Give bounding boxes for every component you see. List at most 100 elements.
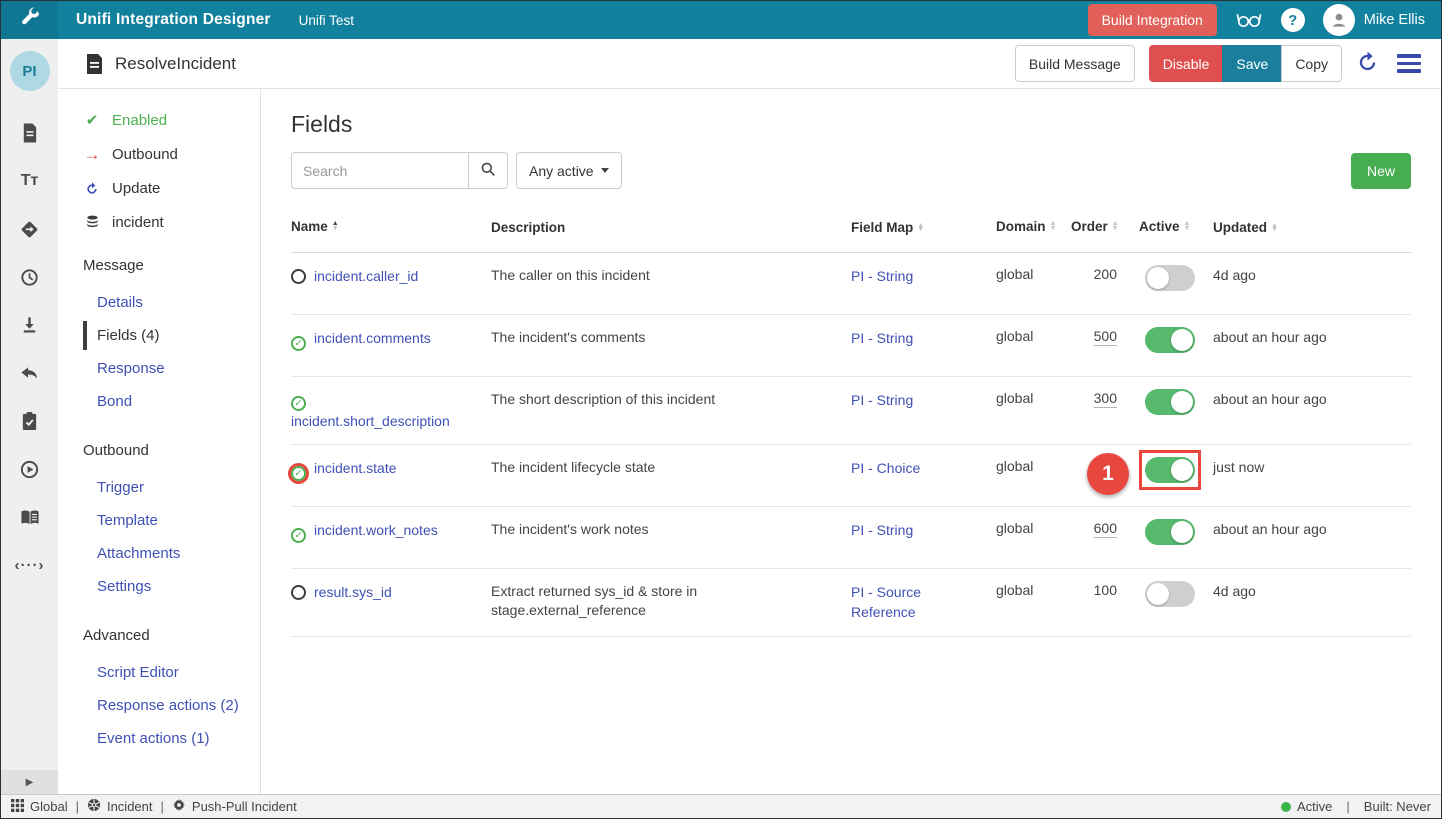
field-map-link[interactable]: PI - String <box>851 522 913 538</box>
statusbar-incident[interactable]: Incident <box>87 798 153 815</box>
text-icon[interactable]: Tт <box>10 161 50 201</box>
active-toggle[interactable] <box>1145 457 1195 483</box>
field-domain: global <box>996 582 1071 598</box>
nav-event-actions[interactable]: Event actions (1) <box>83 724 260 753</box>
copy-button[interactable]: Copy <box>1281 45 1342 82</box>
file-icon[interactable] <box>10 113 50 153</box>
field-map-link[interactable]: PI - Source Reference <box>851 584 921 620</box>
field-order[interactable]: 500 <box>1094 328 1117 344</box>
statusbar-process[interactable]: Push-Pull Incident <box>172 798 297 815</box>
user-menu[interactable]: Mike Ellis <box>1323 4 1425 36</box>
book-icon[interactable] <box>10 497 50 537</box>
table-row: result.sys_id Extract returned sys_id & … <box>291 569 1411 637</box>
page-header: ResolveIncident Build Message Disable Sa… <box>58 39 1441 89</box>
download-icon[interactable] <box>10 305 50 345</box>
nav-bond[interactable]: Bond <box>83 387 260 416</box>
column-header-updated[interactable]: Updated▲▼ <box>1213 219 1343 238</box>
nav-fields[interactable]: Fields (4) <box>83 321 260 350</box>
field-map-link[interactable]: PI - String <box>851 330 913 346</box>
code-icon[interactable]: ‹···› <box>10 545 50 585</box>
clipboard-check-icon[interactable] <box>10 401 50 441</box>
field-domain: global <box>996 266 1071 282</box>
nav-incident[interactable]: incident <box>83 214 260 231</box>
column-header-active[interactable]: Active▲▼ <box>1123 219 1213 234</box>
menu-button[interactable] <box>1393 50 1425 77</box>
active-cell <box>1123 328 1213 363</box>
nav-enabled[interactable]: ✔ Enabled <box>83 111 260 129</box>
active-toggle[interactable] <box>1145 581 1195 607</box>
new-button[interactable]: New <box>1351 153 1411 189</box>
integration-avatar[interactable]: PI <box>10 51 50 91</box>
build-integration-button[interactable]: Build Integration <box>1088 4 1217 36</box>
field-description: The incident's work notes <box>491 520 851 539</box>
field-name-link[interactable]: incident.work_notes <box>314 522 438 538</box>
field-updated: about an hour ago <box>1213 520 1343 540</box>
active-toggle[interactable] <box>1145 327 1195 353</box>
column-header-order[interactable]: Order▲▼ <box>1071 219 1123 234</box>
collapse-sidebar-button[interactable]: ▶ <box>1 770 58 794</box>
wrench-logo[interactable] <box>1 1 58 39</box>
fields-table: Name▲▼ Description Field Map▲▼ Domain▲▼ … <box>291 209 1411 637</box>
nav-trigger[interactable]: Trigger <box>83 473 260 502</box>
field-order[interactable]: 600 <box>1094 520 1117 536</box>
active-filter-dropdown[interactable]: Any active <box>516 152 622 189</box>
wrench-icon <box>19 7 41 34</box>
disable-button[interactable]: Disable <box>1149 45 1224 82</box>
field-description: Extract returned sys_id & store in stage… <box>491 582 851 620</box>
help-button[interactable]: ? <box>1281 8 1305 32</box>
section-title-message: Message <box>83 257 260 274</box>
field-name-link[interactable]: incident.short_description <box>291 413 450 429</box>
column-header-name[interactable]: Name▲▼ <box>291 219 491 234</box>
row-status-icon <box>291 585 306 600</box>
statusbar-global[interactable]: Global <box>11 799 68 815</box>
field-name-link[interactable]: incident.state <box>314 460 397 476</box>
field-order[interactable]: 300 <box>1094 390 1117 406</box>
search-input[interactable] <box>291 152 469 189</box>
field-map-link[interactable]: PI - Choice <box>851 460 920 476</box>
chevron-down-icon <box>601 168 609 173</box>
field-updated: just now <box>1213 458 1343 478</box>
field-name-link[interactable]: incident.comments <box>314 330 431 346</box>
field-name-link[interactable]: incident.caller_id <box>314 268 418 284</box>
field-map-link[interactable]: PI - String <box>851 268 913 284</box>
active-toggle[interactable] <box>1145 389 1195 415</box>
check-icon: ✔ <box>83 111 101 129</box>
app-subtitle[interactable]: Unifi Test <box>299 13 354 28</box>
build-message-button[interactable]: Build Message <box>1015 45 1135 82</box>
toggle-knob <box>1171 391 1193 413</box>
nav-template[interactable]: Template <box>83 506 260 535</box>
active-toggle[interactable] <box>1145 519 1195 545</box>
nav-settings[interactable]: Settings <box>83 572 260 601</box>
active-toggle[interactable] <box>1145 265 1195 291</box>
column-header-field-map[interactable]: Field Map▲▼ <box>851 219 996 237</box>
nav-response-actions[interactable]: Response actions (2) <box>83 691 260 720</box>
nav-attachments[interactable]: Attachments <box>83 539 260 568</box>
annotation-outline <box>1139 258 1201 298</box>
field-name-link[interactable]: result.sys_id <box>314 584 392 600</box>
nav-outbound[interactable]: → Outbound <box>83 146 260 163</box>
search-button[interactable] <box>469 152 508 189</box>
section-title-outbound: Outbound <box>83 442 260 459</box>
nav-response[interactable]: Response <box>83 354 260 383</box>
annotation-outline <box>1139 450 1201 490</box>
row-status-icon <box>291 336 306 351</box>
statusbar-status: Active | Built: Never <box>1281 799 1431 814</box>
play-circle-icon[interactable] <box>10 449 50 489</box>
field-map-link[interactable]: PI - String <box>851 392 913 408</box>
nav-details[interactable]: Details <box>83 288 260 317</box>
annotation-outline <box>1139 320 1201 360</box>
diamond-arrow-icon[interactable] <box>10 209 50 249</box>
refresh-button[interactable] <box>1356 51 1379 77</box>
row-status-icon <box>291 528 306 543</box>
save-button[interactable]: Save <box>1222 45 1282 82</box>
table-header-row: Name▲▼ Description Field Map▲▼ Domain▲▼ … <box>291 209 1411 253</box>
history-icon[interactable] <box>10 257 50 297</box>
nav-script-editor[interactable]: Script Editor <box>83 658 260 687</box>
refresh-icon <box>1356 51 1379 77</box>
annotation-outline <box>1139 512 1201 552</box>
column-header-domain[interactable]: Domain▲▼ <box>996 219 1071 234</box>
reply-icon[interactable] <box>10 353 50 393</box>
nav-update[interactable]: Update <box>83 180 260 197</box>
preview-glasses-button[interactable] <box>1235 8 1263 33</box>
field-description: The caller on this incident <box>491 266 851 285</box>
